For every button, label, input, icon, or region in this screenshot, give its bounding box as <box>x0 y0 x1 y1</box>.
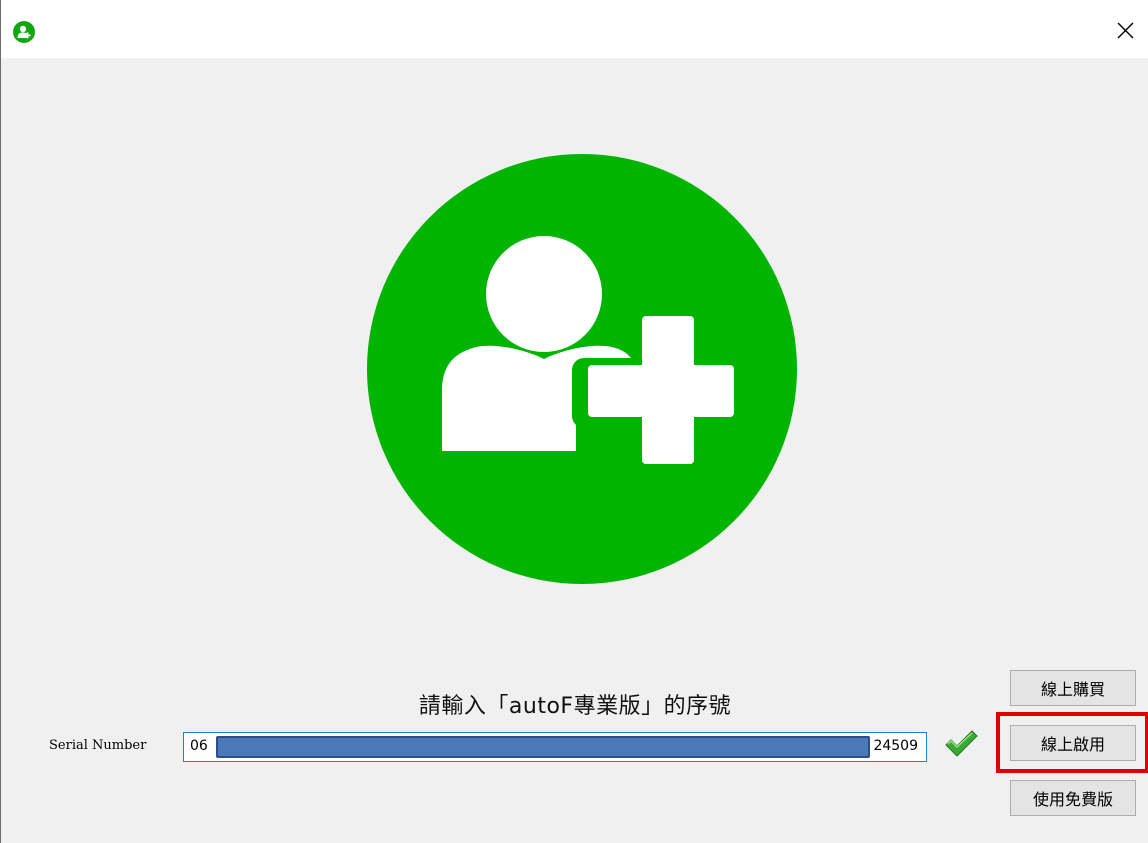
app-icon <box>13 21 35 43</box>
buy-online-button[interactable]: 線上購買 <box>1010 670 1136 706</box>
highlight-box <box>996 712 1148 773</box>
serial-suffix-text: 24509 <box>873 738 918 754</box>
close-button[interactable] <box>1102 10 1148 54</box>
activation-dialog: 請輸入「autoF專業版」的序號 Serial Number 06 24509 … <box>0 0 1148 843</box>
redaction-bar <box>216 736 870 758</box>
serial-prefix-text: 06 <box>190 738 208 754</box>
add-user-icon <box>366 153 798 589</box>
serial-prompt: 請輸入「autoF專業版」的序號 <box>418 694 732 719</box>
title-bar[interactable] <box>1 0 1148 58</box>
serial-number-input[interactable]: 06 24509 <box>183 732 927 762</box>
check-icon <box>943 728 979 764</box>
use-free-version-button[interactable]: 使用免費版 <box>1010 780 1136 816</box>
close-icon <box>1117 22 1134 39</box>
serial-number-label: Serial Number <box>49 738 147 753</box>
